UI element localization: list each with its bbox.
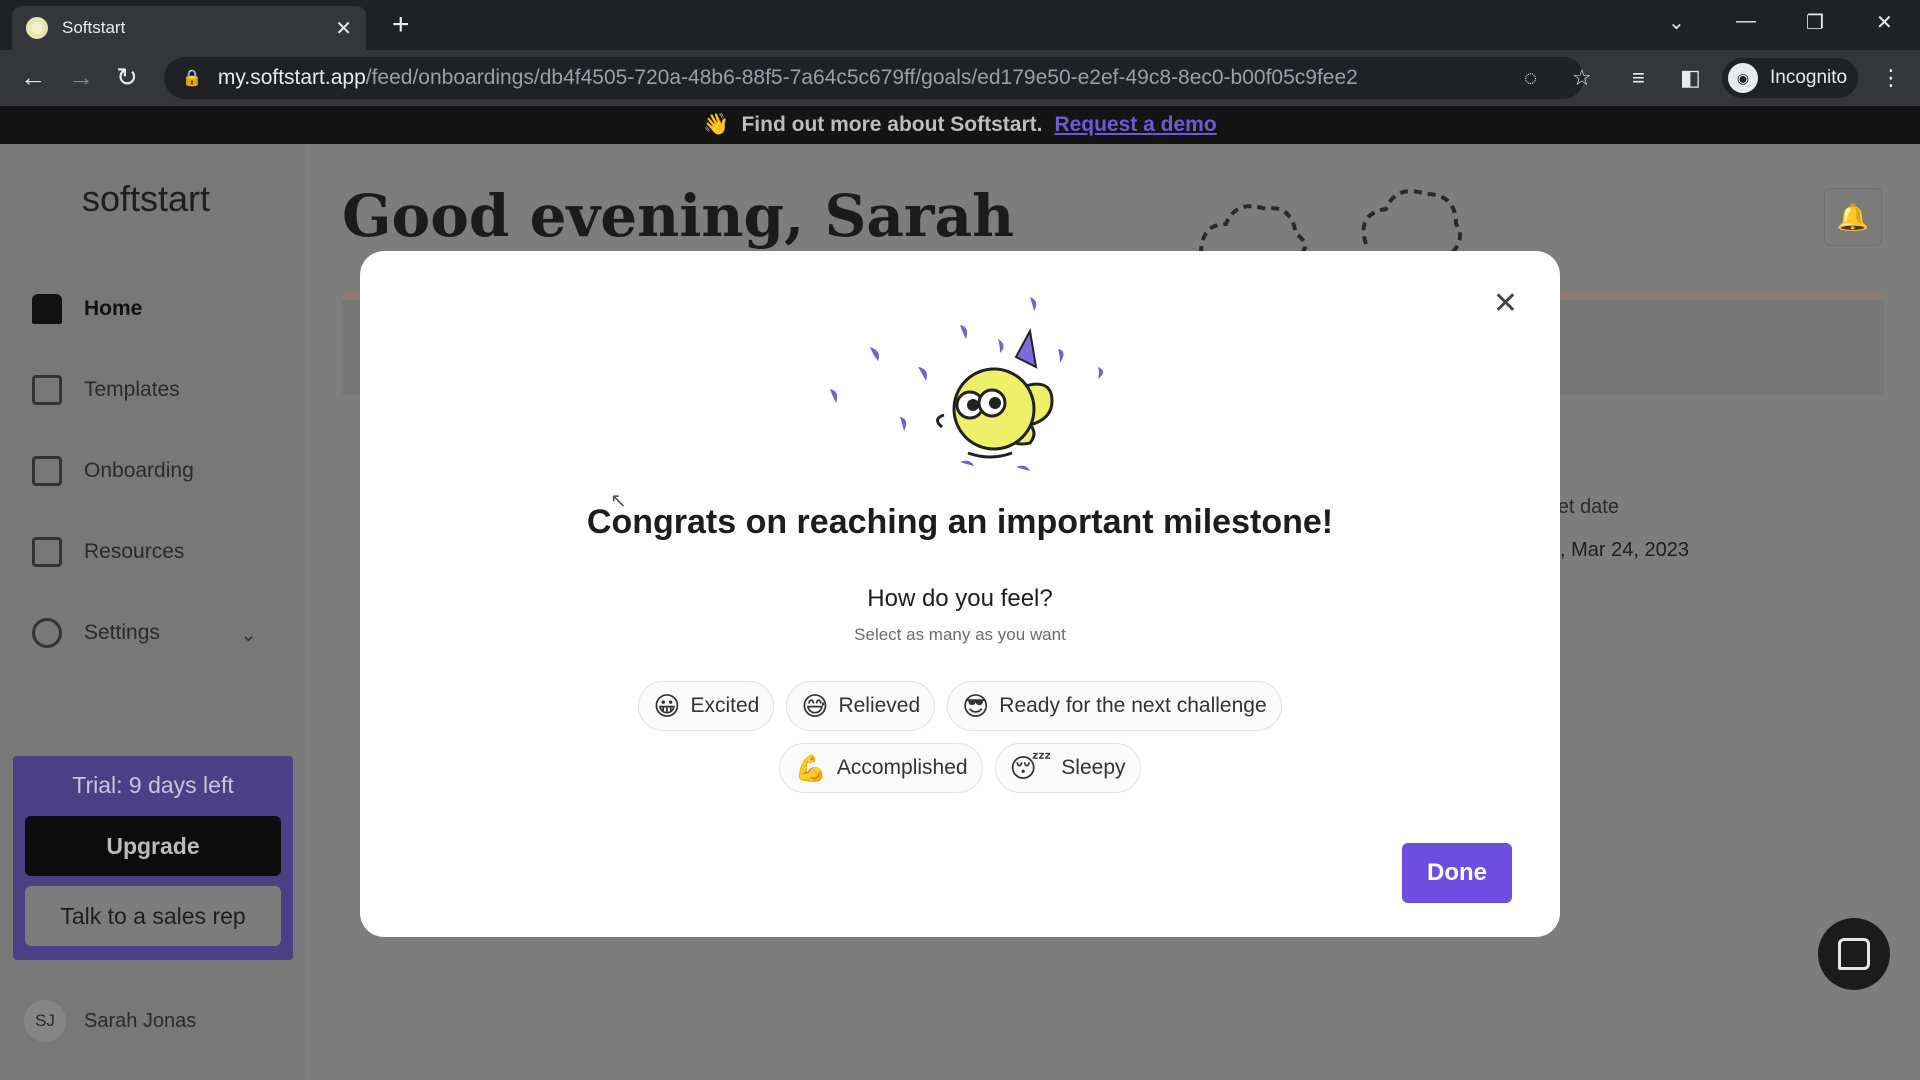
feeling-chip-ready[interactable]: 😎 Ready for the next challenge [947, 681, 1282, 731]
sidebar-item-label: Onboarding [84, 459, 194, 482]
feeling-chip-accomplished[interactable]: 💪 Accomplished [779, 743, 983, 793]
feeling-question: How do you feel? [867, 585, 1053, 612]
tab-search-icon[interactable]: ⌄ [1668, 10, 1685, 35]
target-date-value: , Mar 24, 2023 [1560, 539, 1689, 561]
milestone-modal: ✕ Congrats on reaching an important mile… [360, 251, 1560, 937]
feeling-label: Accomplished [836, 756, 968, 779]
eye-off-icon[interactable]: ◌ [1524, 66, 1537, 90]
reload-icon[interactable]: ↻ [116, 62, 138, 92]
logo: softstart [82, 178, 211, 219]
celebration-bird-illustration [830, 297, 1103, 471]
modal-title: Congrats on reaching an important milest… [586, 503, 1334, 541]
feeling-label: Relieved [838, 694, 921, 717]
sidebar-item-onboarding[interactable]: Onboarding [32, 456, 194, 486]
notifications-bell-icon[interactable]: 🔔 [1824, 188, 1882, 246]
feeling-label: Sleepy [1061, 756, 1126, 779]
star-icon[interactable]: ☆ [1572, 66, 1592, 90]
sidebar-item-label: Settings [84, 621, 160, 644]
side-panel-icon[interactable]: ◧ [1680, 66, 1701, 90]
gear-icon [32, 618, 62, 648]
mouse-cursor-icon: ↖ [610, 490, 627, 512]
sidebar-item-label: Templates [84, 378, 180, 401]
home-icon [32, 294, 62, 324]
feeling-options-row-2: 💪 Accomplished 😴 Sleepy [360, 743, 1560, 793]
trial-text: Trial: 9 days left [72, 772, 234, 798]
window-close-icon[interactable]: ✕ [1876, 10, 1893, 35]
sidebar-item-label: Home [84, 297, 143, 320]
user-profile[interactable]: SJ Sarah Jonas [24, 1000, 196, 1042]
close-icon[interactable]: ✕ [1493, 289, 1518, 319]
back-icon[interactable]: ← [20, 62, 46, 92]
lock-icon: 🔒 [182, 70, 202, 87]
sunglasses-face-icon: 😎 [962, 691, 990, 721]
url-host: my.softstart.app [217, 66, 366, 89]
feeling-label: Ready for the next challenge [999, 694, 1267, 717]
sleeping-face-icon: 😴 [1009, 753, 1052, 783]
templates-icon [32, 375, 62, 405]
url-path: /feed/onboardings/db4f4505-720a-48b6-88f… [365, 66, 1358, 89]
tab-title: Softstart [62, 18, 126, 37]
waving-hand-icon: 👋 [703, 113, 730, 136]
chat-icon [1838, 938, 1870, 970]
sidebar-item-label: Resources [84, 540, 185, 563]
calendar-icon [32, 456, 62, 486]
favicon-icon [26, 17, 48, 39]
page-title: Good evening, Sarah [342, 182, 1015, 250]
feeling-chip-excited[interactable]: 😀 Excited [638, 681, 775, 731]
request-demo-link[interactable]: Request a demo [1054, 113, 1216, 137]
minimize-icon[interactable]: — [1736, 10, 1756, 33]
flexed-biceps-icon: 💪 [794, 753, 827, 783]
avatar: SJ [24, 1000, 66, 1042]
feeling-hint: Select as many as you want [854, 625, 1066, 644]
sidebar: softstart Home Templates Onboarding Reso… [0, 144, 305, 1080]
chevron-down-icon[interactable]: ⌄ [240, 622, 257, 647]
restore-icon[interactable]: ❐ [1806, 10, 1824, 35]
browser-tab[interactable]: Softstart ✕ [12, 6, 366, 50]
menu-icon[interactable]: ⋮ [1880, 66, 1902, 90]
incognito-badge[interactable]: ◉ Incognito [1722, 58, 1858, 98]
close-tab-icon[interactable]: ✕ [335, 16, 352, 41]
sweat-smile-icon: 😅 [801, 691, 829, 721]
chat-launcher-button[interactable] [1818, 918, 1890, 990]
feeling-chip-sleepy[interactable]: 😴 Sleepy [994, 743, 1141, 793]
address-bar[interactable]: 🔒 my.softstart.app/feed/onboardings/db4f… [164, 57, 1584, 99]
upgrade-button[interactable]: Upgrade [25, 816, 281, 876]
talk-to-sales-button[interactable]: Talk to a sales rep [25, 886, 281, 946]
incognito-label: Incognito [1770, 67, 1848, 88]
feeling-label: Excited [690, 694, 760, 717]
feeling-options-row-1: 😀 Excited 😅 Relieved 😎 Ready for the nex… [360, 681, 1560, 731]
forward-icon[interactable]: → [68, 62, 94, 92]
grinning-face-icon: 😀 [653, 691, 681, 721]
banner-text: Find out more about Softstart. [741, 113, 1043, 136]
sidebar-item-resources[interactable]: Resources [32, 537, 184, 567]
done-button[interactable]: Done [1402, 843, 1512, 903]
trial-panel: Trial: 9 days left Upgrade Talk to a sal… [13, 756, 293, 960]
user-name: Sarah Jonas [84, 1009, 197, 1032]
feeling-chip-relieved[interactable]: 😅 Relieved [786, 681, 936, 731]
browser-toolbar: ← → ↻ 🔒 my.softstart.app/feed/onboarding… [0, 50, 1920, 106]
book-icon [32, 537, 62, 567]
new-tab-icon[interactable]: + [392, 10, 410, 40]
sidebar-item-settings[interactable]: Settings [32, 618, 160, 648]
incognito-icon: ◉ [1728, 63, 1758, 93]
sidebar-item-templates[interactable]: Templates [32, 375, 180, 405]
browser-tab-bar: Softstart ✕ + ⌄ — ❐ ✕ [0, 0, 1920, 50]
media-icon[interactable]: ≡ [1632, 66, 1645, 90]
announcement-banner: 👋 Find out more about Softstart. Request… [0, 106, 1920, 144]
sidebar-item-home[interactable]: Home [32, 294, 142, 324]
